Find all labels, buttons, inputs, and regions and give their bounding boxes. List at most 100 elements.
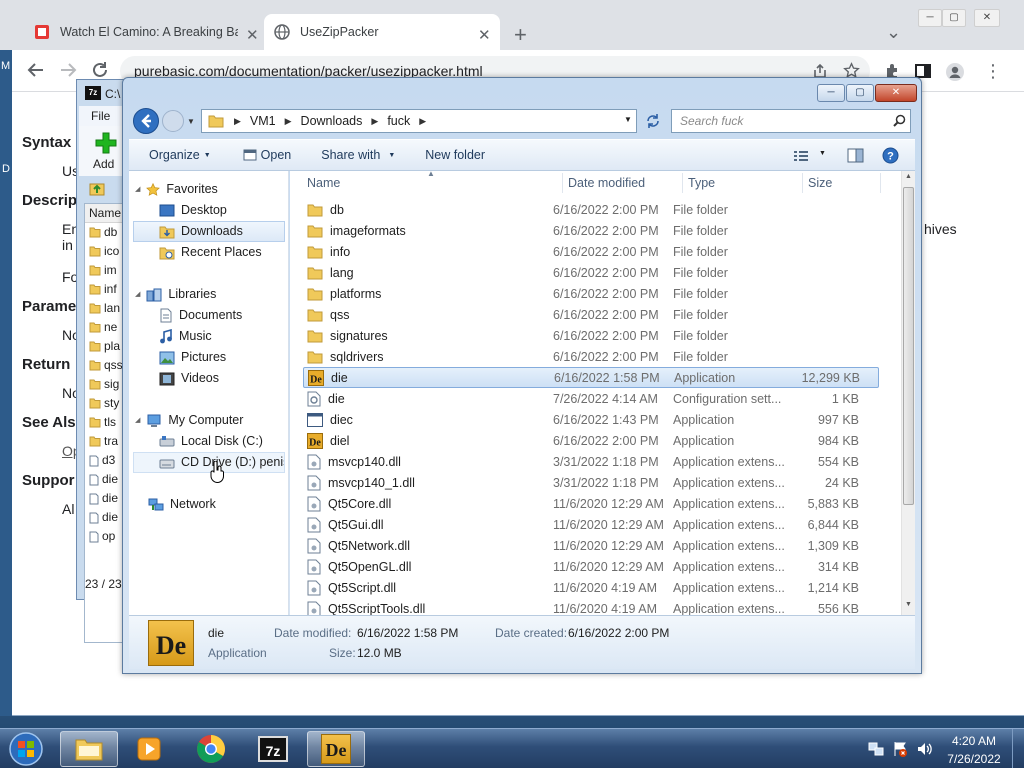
network-tray-icon[interactable] xyxy=(868,741,884,757)
breadcrumb-separator[interactable]: ▶ xyxy=(419,116,426,127)
nav-downloads[interactable]: Downloads xyxy=(133,221,285,242)
minimize-button[interactable]: ─ xyxy=(918,9,942,27)
file-row[interactable]: msvcp140_1.dll 3/31/2022 1:18 PM Applicati… xyxy=(303,472,879,493)
breadcrumb-separator[interactable]: ▶ xyxy=(371,116,378,127)
back-arrow-icon[interactable] xyxy=(27,61,45,79)
action-center-flag-icon[interactable] xyxy=(892,741,908,757)
nav-network[interactable]: Network xyxy=(135,494,285,515)
file-row[interactable]: platforms 6/16/2022 2:00 PM File folder xyxy=(303,283,879,304)
search-icon[interactable] xyxy=(893,114,906,127)
menu-kebab-icon[interactable]: ⋮ xyxy=(984,61,1002,81)
file-row[interactable]: De diel 6/16/2022 2:00 PM Application 984 KB xyxy=(303,430,879,451)
view-options-icon[interactable] xyxy=(793,149,809,163)
taskbar-die[interactable]: De xyxy=(307,731,365,767)
open-button[interactable]: Open xyxy=(243,148,291,162)
file-row[interactable]: Qt5OpenGL.dll 11/6/2020 12:29 AM Applicati… xyxy=(303,556,879,577)
file-row[interactable]: Qt5Core.dll 11/6/2020 12:29 AM Application… xyxy=(303,493,879,514)
file-row[interactable]: lang 6/16/2022 2:00 PM File folder xyxy=(303,262,879,283)
nav-recent-places[interactable]: Recent Places xyxy=(159,242,285,263)
list-item[interactable]: op xyxy=(85,527,123,546)
search-input[interactable]: Search fuck xyxy=(671,109,911,133)
column-header-type[interactable]: Type xyxy=(688,171,715,195)
add-plus-icon[interactable] xyxy=(95,132,117,154)
organize-button[interactable]: Organize ▼ xyxy=(149,148,211,162)
column-divider[interactable] xyxy=(562,173,563,193)
list-item[interactable]: lan xyxy=(85,299,123,318)
column-divider[interactable] xyxy=(802,173,803,193)
list-item[interactable]: tra xyxy=(85,432,123,451)
forward-arrow-icon[interactable] xyxy=(59,61,77,79)
breadcrumb-vm1[interactable]: VM1 xyxy=(250,114,276,128)
file-row[interactable]: Qt5Script.dll 11/6/2020 4:19 AM Applicatio… xyxy=(303,577,879,598)
add-button-label[interactable]: Add xyxy=(93,157,114,171)
list-item[interactable]: sig xyxy=(85,375,123,394)
nav-libraries[interactable]: ◢ Libraries xyxy=(135,284,285,305)
file-row[interactable]: De die 6/16/2022 1:58 PM Application 12,299 … xyxy=(303,367,879,388)
list-item[interactable]: sty xyxy=(85,394,123,413)
nav-music[interactable]: Music xyxy=(159,326,285,347)
list-item[interactable]: ne xyxy=(85,318,123,337)
column-header-name[interactable]: Name xyxy=(307,171,340,195)
help-icon[interactable]: ? xyxy=(882,147,899,164)
back-button[interactable] xyxy=(132,107,160,135)
menu-file[interactable]: File xyxy=(91,109,110,123)
file-row[interactable]: signatures 6/16/2022 2:00 PM File folder xyxy=(303,325,879,346)
vertical-scrollbar[interactable]: ▲ ▼ xyxy=(901,171,915,615)
taskbar-explorer[interactable] xyxy=(60,731,118,767)
scroll-down-arrow-icon[interactable]: ▼ xyxy=(905,601,912,608)
maximize-button[interactable]: ▢ xyxy=(846,84,874,102)
tab-el-camino[interactable]: Watch El Camino: A Breaking Bad xyxy=(26,14,262,50)
nav-favorites[interactable]: ◢ Favorites xyxy=(135,179,285,200)
clock-time[interactable]: 4:20 AM xyxy=(944,734,1004,748)
clock-date[interactable]: 7/26/2022 xyxy=(942,752,1006,766)
nav-pictures[interactable]: Pictures xyxy=(159,347,285,368)
nav-local-disk[interactable]: Local Disk (C:) xyxy=(159,431,285,452)
tab-search-button[interactable]: ⌄ xyxy=(886,22,901,42)
list-header[interactable]: Name xyxy=(85,204,123,223)
nav-desktop[interactable]: Desktop xyxy=(159,200,285,221)
reload-icon[interactable] xyxy=(91,61,109,79)
list-item[interactable]: tls xyxy=(85,413,123,432)
file-row[interactable]: die 7/26/2022 4:14 AM Configuration sett..… xyxy=(303,388,879,409)
up-folder-icon[interactable] xyxy=(89,181,105,197)
list-item[interactable]: die xyxy=(85,489,123,508)
file-row[interactable]: imageformats 6/16/2022 2:00 PM File folder xyxy=(303,220,879,241)
file-row[interactable]: Qt5Gui.dll 11/6/2020 12:29 AM Application … xyxy=(303,514,879,535)
column-divider[interactable] xyxy=(880,173,881,193)
file-row[interactable]: db 6/16/2022 2:00 PM File folder xyxy=(303,199,879,220)
file-row[interactable]: diec 6/16/2022 1:43 PM Application 997 KB xyxy=(303,409,879,430)
nav-my-computer[interactable]: ◢ My Computer xyxy=(135,410,285,431)
column-divider[interactable] xyxy=(682,173,683,193)
file-row[interactable]: qss 6/16/2022 2:00 PM File folder xyxy=(303,304,879,325)
breadcrumb-separator[interactable]: ▶ xyxy=(234,116,241,127)
nav-documents[interactable]: Documents xyxy=(159,305,285,326)
column-header-size[interactable]: Size xyxy=(808,171,832,195)
close-tab-icon[interactable]: ✕ xyxy=(478,26,491,44)
address-dropdown-icon[interactable]: ▼ xyxy=(624,115,632,124)
chevron-down-icon[interactable]: ▼ xyxy=(187,117,195,126)
profile-avatar-icon[interactable] xyxy=(945,62,965,82)
refresh-icon[interactable] xyxy=(645,113,661,129)
list-item[interactable]: die xyxy=(85,508,123,527)
tab-usezippacker[interactable]: UseZipPacker xyxy=(264,14,500,50)
start-button[interactable] xyxy=(6,731,46,767)
close-button[interactable]: ✕ xyxy=(974,9,1000,27)
file-row[interactable]: sqldrivers 6/16/2022 2:00 PM File folder xyxy=(303,346,879,367)
minimize-button[interactable]: ─ xyxy=(817,84,845,102)
taskbar-7zip[interactable]: 7z xyxy=(244,731,302,767)
list-item[interactable]: qss xyxy=(85,356,123,375)
nav-videos[interactable]: Videos xyxy=(159,368,285,389)
chevron-down-icon[interactable]: ▼ xyxy=(819,150,826,157)
breadcrumb-separator[interactable]: ▶ xyxy=(285,116,292,127)
file-row[interactable]: Qt5ScriptTools.dll 11/6/2020 4:19 AM Appli… xyxy=(303,598,879,615)
list-item[interactable]: d3 xyxy=(85,451,123,470)
list-item[interactable]: db xyxy=(85,223,123,242)
new-folder-button[interactable]: New folder xyxy=(425,148,485,162)
file-row[interactable]: Qt5Network.dll 11/6/2020 12:29 AM Applicat… xyxy=(303,535,879,556)
list-item[interactable]: pla xyxy=(85,337,123,356)
scroll-up-arrow-icon[interactable]: ▲ xyxy=(905,173,912,180)
taskbar-chrome[interactable] xyxy=(182,731,240,767)
column-header-date[interactable]: Date modified xyxy=(568,171,645,195)
scrollbar-thumb[interactable] xyxy=(903,187,914,505)
close-button[interactable]: ✕ xyxy=(875,84,917,102)
